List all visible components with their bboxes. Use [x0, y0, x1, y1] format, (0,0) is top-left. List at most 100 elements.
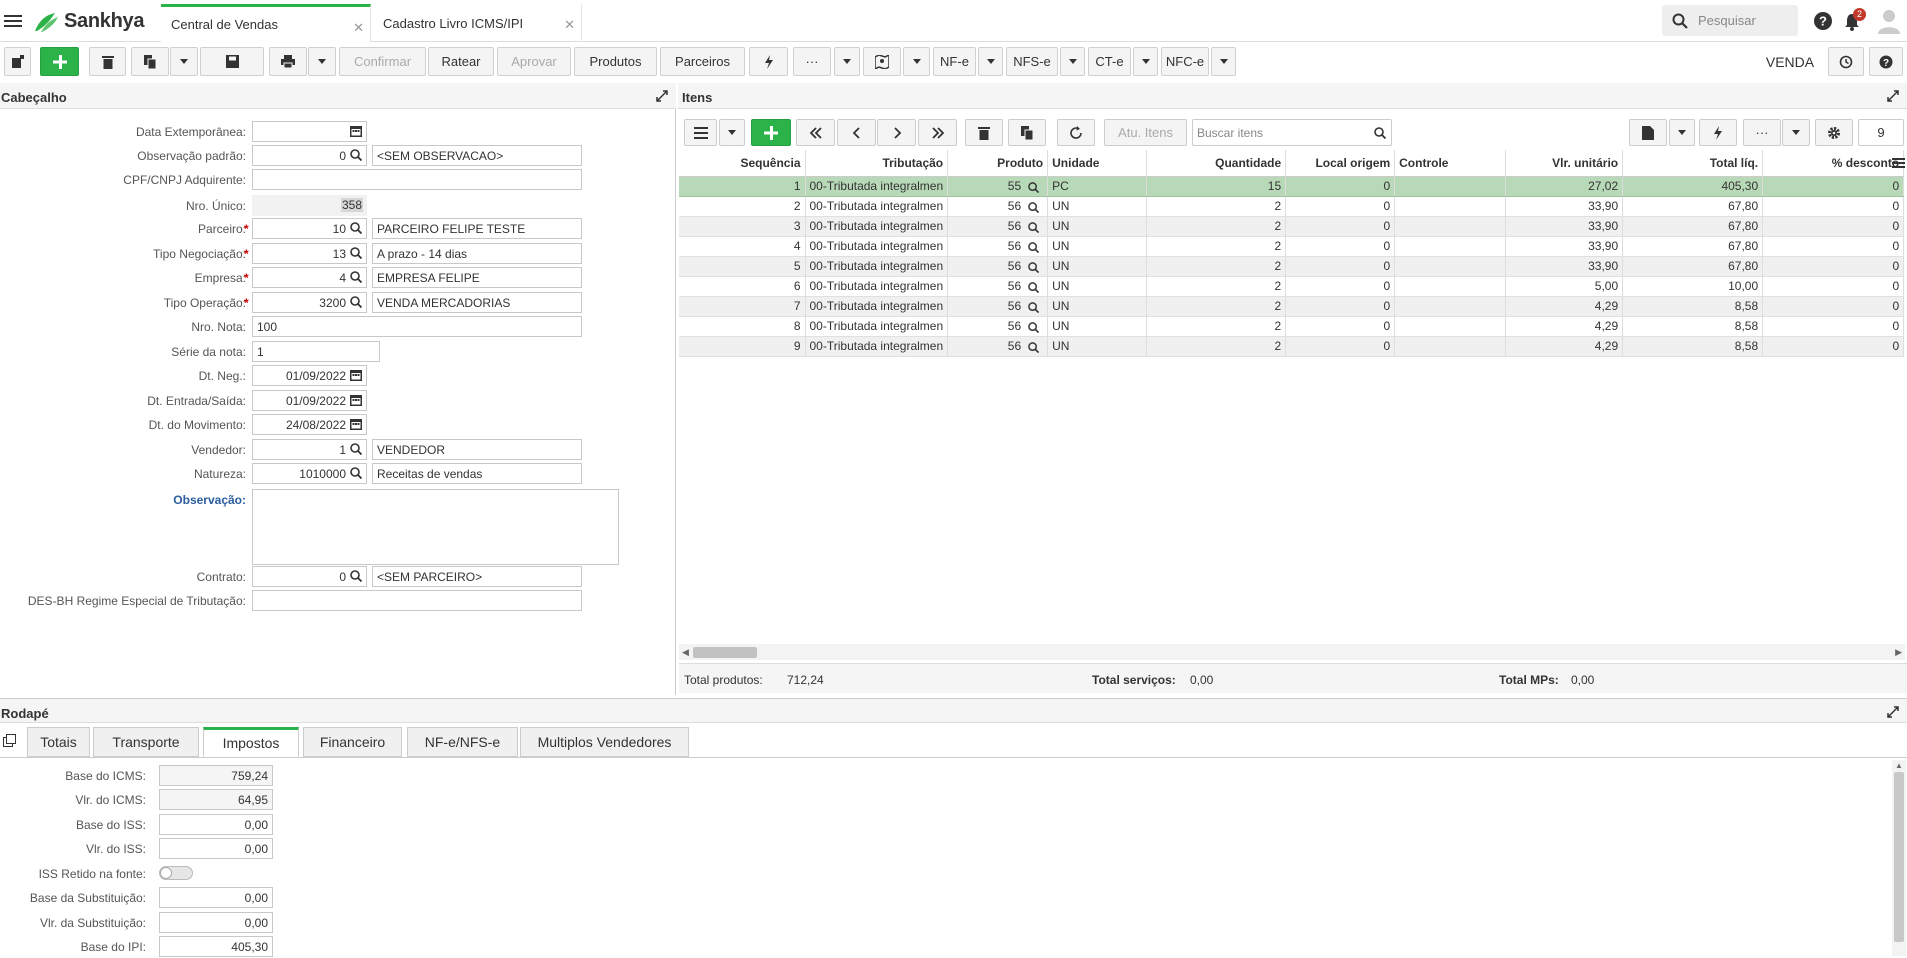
- aprovar-button[interactable]: Aprovar: [497, 47, 571, 76]
- tab-central-de-vendas[interactable]: Central de Vendas ✕: [161, 4, 371, 42]
- table-cell[interactable]: 8,58: [1622, 316, 1764, 337]
- table-cell[interactable]: 0: [1762, 236, 1905, 257]
- table-cell[interactable]: 5: [679, 256, 806, 277]
- table-cell[interactable]: 0: [1285, 256, 1396, 277]
- item-more-dropdown[interactable]: [1782, 119, 1810, 146]
- search-icon[interactable]: [350, 149, 362, 161]
- table-cell[interactable]: 2: [1146, 216, 1287, 237]
- help-icon[interactable]: ?: [1813, 11, 1833, 31]
- base-ipi-input[interactable]: 405,30: [159, 936, 273, 957]
- expand-icon[interactable]: [1887, 706, 1899, 718]
- confirmar-button[interactable]: Confirmar: [339, 47, 426, 76]
- table-cell[interactable]: 1: [679, 176, 806, 197]
- global-search[interactable]: Pesquisar: [1662, 5, 1798, 36]
- table-cell[interactable]: 00-Tributada integralmen: [805, 316, 949, 337]
- table-cell[interactable]: 405,30: [1622, 176, 1764, 197]
- table-cell[interactable]: 8,58: [1622, 296, 1764, 317]
- list-view-button[interactable]: [684, 119, 717, 146]
- scroll-left-icon[interactable]: ◀: [682, 647, 689, 658]
- table-cell[interactable]: 2: [1146, 276, 1287, 297]
- horizontal-scrollbar[interactable]: ◀ ▶: [679, 644, 1905, 660]
- duplicate-item-button[interactable]: [1008, 119, 1046, 146]
- scroll-up-icon[interactable]: ▲: [1895, 761, 1903, 770]
- table-cell[interactable]: 0: [1762, 196, 1905, 217]
- table-cell[interactable]: 67,80: [1622, 236, 1764, 257]
- tab-multiplos-vendedores[interactable]: Multiplos Vendedores: [520, 727, 689, 757]
- search-icon[interactable]: [350, 247, 362, 259]
- table-row[interactable]: 5 00-Tributada integralmen 56 UN 2 0 33,90 67,8…: [679, 256, 1905, 277]
- table-cell[interactable]: 56: [947, 276, 1049, 297]
- column-header[interactable]: Produto: [947, 150, 1049, 177]
- calendar-icon[interactable]: [350, 369, 362, 381]
- table-cell[interactable]: 33,90: [1505, 236, 1624, 257]
- table-cell[interactable]: 0: [1285, 316, 1396, 337]
- table-cell[interactable]: [1394, 316, 1507, 337]
- save-button[interactable]: [200, 47, 264, 76]
- table-cell[interactable]: 4,29: [1505, 296, 1624, 317]
- next-button[interactable]: [877, 119, 916, 146]
- vlr-iss-input[interactable]: 0,00: [159, 838, 273, 859]
- table-cell[interactable]: 8,58: [1622, 336, 1764, 357]
- copy-dropdown[interactable]: [170, 47, 198, 76]
- table-cell[interactable]: 4,29: [1505, 336, 1624, 357]
- table-cell[interactable]: 0: [1285, 276, 1396, 297]
- calendar-icon[interactable]: [350, 394, 362, 406]
- calendar-icon[interactable]: [350, 418, 362, 430]
- nfse-dropdown[interactable]: [1060, 47, 1085, 76]
- search-icon[interactable]: [350, 467, 362, 479]
- close-icon[interactable]: ✕: [353, 20, 364, 36]
- user-avatar-icon[interactable]: [1877, 8, 1901, 34]
- help-button[interactable]: ?: [1869, 47, 1903, 76]
- table-cell[interactable]: 0: [1762, 216, 1905, 237]
- column-header[interactable]: Local origem: [1285, 150, 1396, 177]
- nfce-button[interactable]: NFC-e: [1161, 47, 1209, 76]
- table-row[interactable]: 2 00-Tributada integralmen 56 UN 2 0 33,90 67,8…: [679, 196, 1905, 217]
- table-cell[interactable]: 27,02: [1505, 176, 1624, 197]
- atu-itens-button[interactable]: Atu. Itens: [1104, 119, 1187, 146]
- cpf-cnpj-input[interactable]: [252, 169, 582, 190]
- table-cell[interactable]: 8: [679, 316, 806, 337]
- ratear-button[interactable]: Ratear: [428, 47, 494, 76]
- search-icon[interactable]: [1028, 341, 1040, 353]
- column-header[interactable]: Total líq.: [1622, 150, 1764, 177]
- copy-button[interactable]: [131, 47, 169, 76]
- table-cell[interactable]: 00-Tributada integralmen: [805, 216, 949, 237]
- table-cell[interactable]: 00-Tributada integralmen: [805, 236, 949, 257]
- table-row[interactable]: 1 00-Tributada integralmen 55 PC 15 0 27,02 405…: [679, 176, 1905, 197]
- column-header[interactable]: Vlr. unitário: [1505, 150, 1624, 177]
- scrollbar-thumb[interactable]: [1894, 772, 1904, 942]
- table-cell[interactable]: 56: [947, 336, 1049, 357]
- refresh-items-button[interactable]: [1057, 119, 1095, 146]
- close-icon[interactable]: ✕: [564, 17, 575, 33]
- table-cell[interactable]: 0: [1762, 256, 1905, 277]
- table-cell[interactable]: [1394, 256, 1507, 277]
- table-cell[interactable]: 2: [1146, 336, 1287, 357]
- table-cell[interactable]: 00-Tributada integralmen: [805, 336, 949, 357]
- item-search-input[interactable]: Buscar itens: [1192, 119, 1392, 146]
- table-cell[interactable]: [1394, 336, 1507, 357]
- table-row[interactable]: 8 00-Tributada integralmen 56 UN 2 0 4,29 8,58 0: [679, 316, 1905, 337]
- table-cell[interactable]: 2: [1146, 316, 1287, 337]
- delete-item-button[interactable]: [965, 119, 1003, 146]
- base-iss-input[interactable]: 0,00: [159, 814, 273, 835]
- search-icon[interactable]: [1028, 281, 1040, 293]
- table-row[interactable]: 3 00-Tributada integralmen 56 UN 2 0 33,90 67,8…: [679, 216, 1905, 237]
- table-cell[interactable]: 6: [679, 276, 806, 297]
- table-cell[interactable]: 55: [947, 176, 1049, 197]
- table-cell[interactable]: 0: [1285, 196, 1396, 217]
- table-cell[interactable]: 67,80: [1622, 196, 1764, 217]
- nfe-dropdown[interactable]: [978, 47, 1003, 76]
- observacao-textarea[interactable]: [252, 489, 619, 565]
- table-cell[interactable]: 0: [1285, 296, 1396, 317]
- table-cell[interactable]: 0: [1285, 336, 1396, 357]
- table-cell[interactable]: PC: [1047, 176, 1148, 197]
- table-cell[interactable]: 2: [679, 196, 806, 217]
- tab-transporte[interactable]: Transporte: [93, 727, 199, 757]
- table-cell[interactable]: 56: [947, 236, 1049, 257]
- table-cell[interactable]: UN: [1047, 316, 1148, 337]
- nfce-dropdown[interactable]: [1211, 47, 1236, 76]
- column-header[interactable]: Tributação: [805, 150, 949, 177]
- scrollbar-thumb[interactable]: [693, 647, 757, 658]
- tab-nfe-nfse[interactable]: NF-e/NFS-e: [407, 727, 518, 757]
- base-substituicao-input[interactable]: 0,00: [159, 887, 273, 908]
